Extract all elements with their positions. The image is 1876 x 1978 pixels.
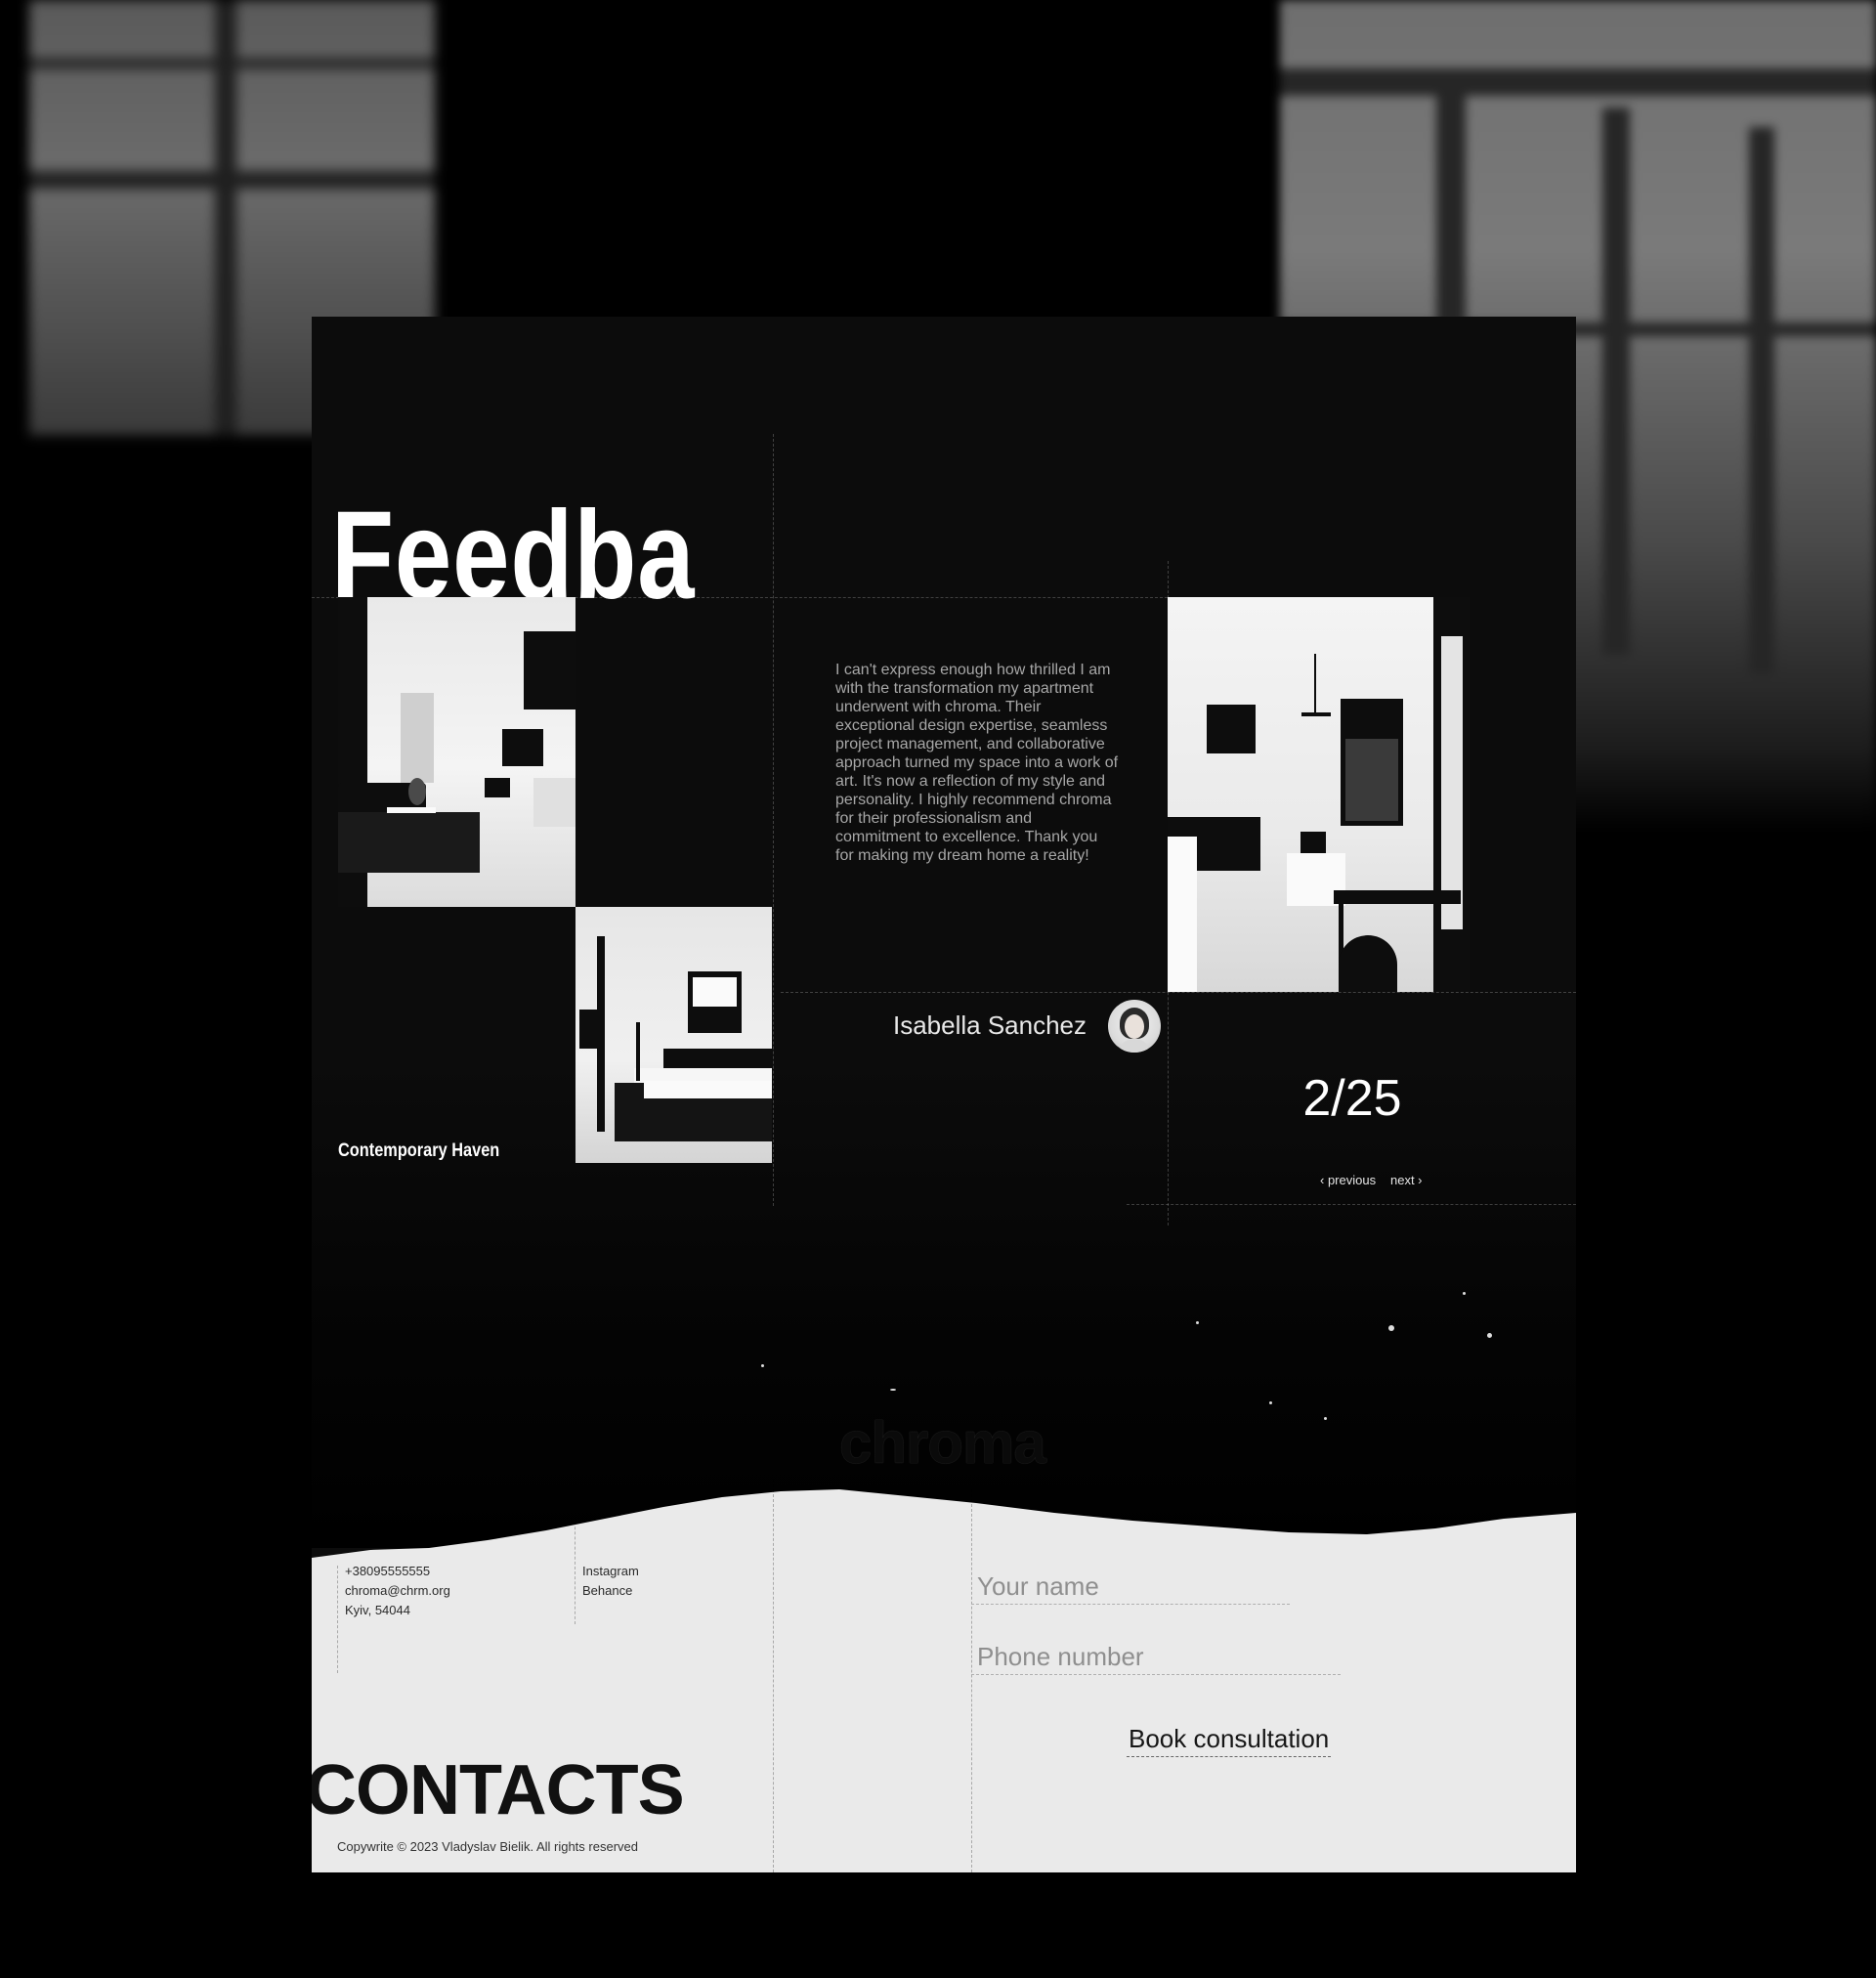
name-input[interactable]: Your name <box>971 1571 1290 1605</box>
project-photo-kitchen <box>1168 597 1470 992</box>
decor-speck <box>1196 1321 1199 1324</box>
decor-speck <box>890 1389 896 1391</box>
copyright-text: Copywrite © 2023 Vladyslav Bielik. All r… <box>337 1839 638 1854</box>
previous-button[interactable]: ‹ previous <box>1320 1173 1376 1187</box>
book-consultation-button[interactable]: Book consultation <box>1127 1724 1332 1757</box>
next-button[interactable]: next › <box>1390 1173 1423 1187</box>
grid-line <box>781 992 1576 993</box>
grid-line <box>1127 1204 1576 1205</box>
decor-speck <box>1324 1417 1327 1420</box>
grid-line <box>575 1517 576 1624</box>
project-photo-bedroom <box>576 907 772 1163</box>
decor-speck <box>1269 1401 1272 1404</box>
author-avatar <box>1108 1000 1161 1053</box>
decor-speck <box>1463 1292 1466 1295</box>
project-title: Contemporary Haven <box>338 1140 500 1161</box>
contact-phone[interactable]: +38095555555 <box>345 1562 430 1581</box>
grid-line <box>773 434 774 1206</box>
testimonial-author: Isabella Sanchez <box>893 1010 1087 1040</box>
site-card: Feedback <box>312 317 1576 1872</box>
decor-speck <box>761 1364 764 1367</box>
contacts-heading: CONTACTS <box>312 1751 685 1829</box>
project-photo-living-room <box>338 597 576 907</box>
contact-email[interactable]: chroma@chrm.org <box>345 1581 450 1601</box>
testimonial-counter: 2/25 <box>1302 1070 1402 1127</box>
decor-speck <box>1487 1333 1492 1338</box>
social-link-behance[interactable]: Behance <box>582 1581 632 1601</box>
grid-line <box>337 1566 338 1673</box>
grid-line <box>971 1489 972 1872</box>
contact-address: Kyiv, 54044 <box>345 1603 410 1617</box>
brand-logo[interactable]: chroma <box>839 1414 1046 1473</box>
grid-line <box>773 1480 774 1872</box>
social-link-instagram[interactable]: Instagram <box>582 1562 639 1581</box>
testimonial-quote: I can't express enough how thrilled I am… <box>835 662 1119 864</box>
phone-input[interactable]: Phone number <box>971 1642 1341 1675</box>
decor-speck <box>1388 1325 1394 1331</box>
